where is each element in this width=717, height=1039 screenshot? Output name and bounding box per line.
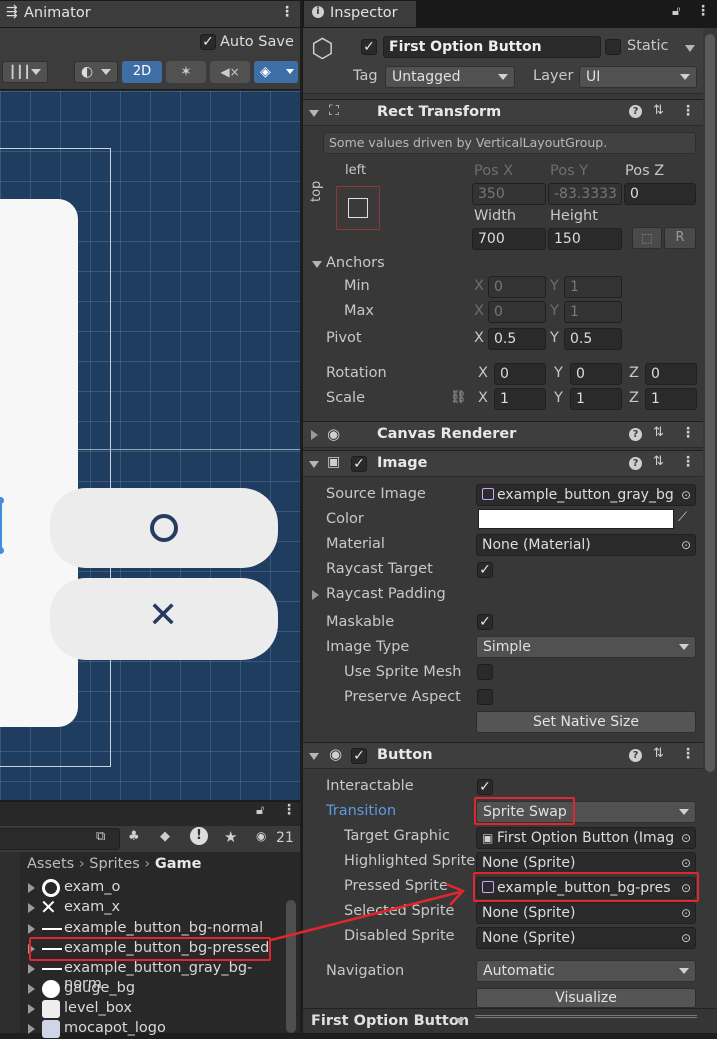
annotation-arrow (270, 882, 466, 942)
annotation-arrow-line (270, 890, 461, 942)
